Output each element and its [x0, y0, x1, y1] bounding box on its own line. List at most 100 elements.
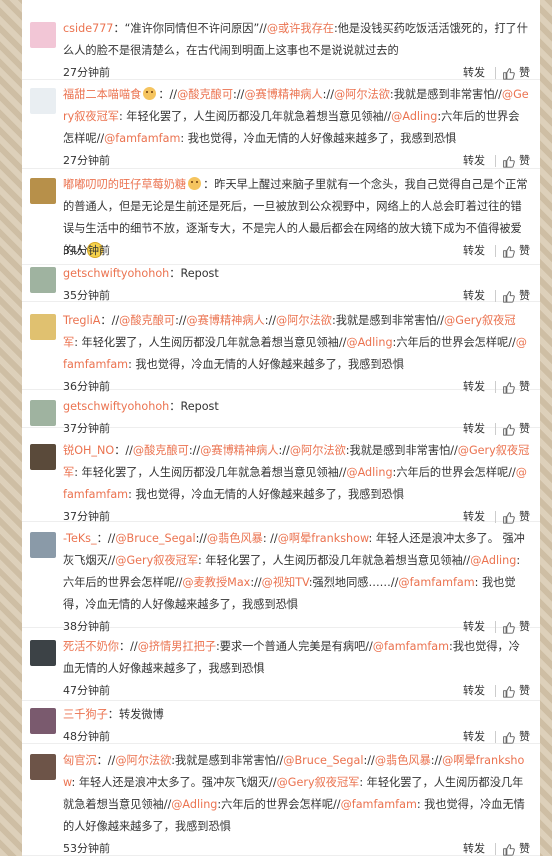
thumbs-up-icon: [503, 155, 515, 168]
avatar[interactable]: [30, 314, 56, 340]
comment-segment: :要求一个普通人完美是有病吧//: [216, 640, 373, 653]
commenter-name[interactable]: -TeKs_: [63, 532, 97, 545]
repost-button[interactable]: 转发: [463, 842, 485, 856]
comment-segment: :我就是感到非常害怕//: [332, 314, 444, 327]
comment-text: 嘟嘟叨叨的旺仔草莓奶糖 ：昨天早上醒过来脑子里就有一个念头，我自己觉得自己是个正常…: [63, 174, 530, 262]
mention-link[interactable]: @酸克酿可: [133, 444, 189, 457]
mention-link[interactable]: @famfamfam: [373, 640, 449, 653]
mention-link[interactable]: @Gery叙夜冠军: [115, 554, 198, 567]
like-label: 赞: [519, 154, 530, 167]
commenter-name[interactable]: 匈官沉: [63, 754, 97, 767]
mention-link[interactable]: @赛博精神病人: [200, 444, 278, 457]
comment-time: 27分钟前: [63, 66, 110, 79]
comment-segment: : 年轻化罢了，人生阅历都没几年就急着想当意见领袖//: [74, 466, 347, 479]
commenter-name[interactable]: getschwiftyohohoh: [63, 400, 169, 413]
like-button[interactable]: 赞: [502, 842, 530, 856]
mention-link[interactable]: @Adling: [346, 336, 392, 349]
comment-list: cside777：“准许你同情但不许问原因”//@或许我存在:他是没钱买药吃饭活…: [22, 0, 540, 856]
mention-link[interactable]: @翡色风暴: [207, 532, 263, 545]
commenter-name[interactable]: 嘟嘟叨叨的旺仔草莓奶糖: [63, 178, 186, 191]
comment-actions: 转发 赞: [463, 244, 530, 258]
mention-link[interactable]: @酸克酿可: [177, 88, 233, 101]
mention-link[interactable]: @Bruce_Segal: [115, 532, 195, 545]
comment-item: getschwiftyohohoh：Repost 37分钟前 转发赞: [22, 390, 540, 436]
mention-link[interactable]: @赛博精神病人: [244, 88, 322, 101]
comment-item: 三千狗子：转发微博 48分钟前 转发 赞: [22, 701, 540, 744]
comment-segment: ://: [250, 576, 262, 589]
comment-segment: ://: [233, 88, 245, 101]
mention-link[interactable]: @famfamfam: [398, 576, 474, 589]
comment-segment: : 年轻化罢了，人生阅历都没几年就急着想当意见领袖//: [74, 336, 347, 349]
mention-link[interactable]: @famfamfam: [341, 798, 417, 811]
repost-button[interactable]: 转发: [463, 154, 485, 168]
like-button[interactable]: 赞: [502, 289, 530, 303]
mention-link[interactable]: @Adling: [346, 466, 392, 479]
comment-actions: 转发 赞: [463, 154, 530, 168]
mention-link[interactable]: @赛博精神病人: [186, 314, 264, 327]
comment-segment: : 年轻化罢了，人生阅历都没几年就急着想当意见领袖//: [198, 554, 471, 567]
mention-link[interactable]: @阿尔法欲: [276, 314, 332, 327]
repost-button[interactable]: 转发: [463, 244, 485, 258]
comment-segment: ：//: [96, 532, 116, 545]
like-button[interactable]: 赞: [502, 66, 530, 80]
avatar[interactable]: [30, 444, 56, 470]
comment-text: 三千狗子：转发微博: [63, 704, 530, 726]
mention-link[interactable]: @Bruce_Segal: [283, 754, 363, 767]
avatar[interactable]: [30, 22, 56, 48]
comment-segment: ：//: [118, 640, 138, 653]
avatar[interactable]: [30, 640, 56, 666]
commenter-name[interactable]: cside777: [63, 22, 113, 35]
mention-link[interactable]: @Adling: [470, 554, 516, 567]
mention-link[interactable]: @挤情男扛把子: [138, 640, 216, 653]
repost-button[interactable]: 转发: [463, 66, 485, 80]
comment-segment: : 年轻人还是浪冲太多了。强冲灰飞烟灭//: [71, 776, 277, 789]
mention-link[interactable]: @阿尔法欲: [334, 88, 390, 101]
avatar[interactable]: [30, 178, 56, 204]
commenter-name[interactable]: 锐OH_NO: [63, 444, 114, 457]
emoji-icon: [188, 177, 202, 190]
like-button[interactable]: 赞: [502, 154, 530, 168]
thumbs-up-icon: [503, 67, 515, 80]
mention-link[interactable]: @阿尔法欲: [290, 444, 346, 457]
mention-link[interactable]: @啊晕frankshow: [278, 532, 369, 545]
like-button[interactable]: 赞: [502, 244, 530, 258]
mention-link[interactable]: @酸克酿可: [119, 314, 175, 327]
repost-button[interactable]: 转发: [463, 289, 485, 303]
mention-link[interactable]: @或许我存在: [267, 22, 334, 35]
avatar[interactable]: [30, 267, 56, 293]
comment-item: -TeKs_：//@Bruce_Segal :// @翡色风暴: //@啊晕fran…: [22, 522, 540, 634]
avatar[interactable]: [30, 754, 56, 780]
mention-link[interactable]: @Adling: [391, 110, 437, 123]
comment-item: 死活不奶你：//@挤情男扛把子:要求一个普通人完美是有病吧//@famfamfa…: [22, 628, 540, 701]
action-divider: [495, 245, 496, 257]
mention-link[interactable]: @视知TV: [262, 576, 309, 589]
commenter-name[interactable]: getschwiftyohohoh: [63, 267, 169, 280]
like-button[interactable]: 赞: [502, 730, 530, 744]
commenter-name[interactable]: TregliA: [63, 314, 100, 327]
avatar[interactable]: [30, 532, 56, 558]
mention-link[interactable]: @Gery叙夜冠军: [277, 776, 360, 789]
commenter-name[interactable]: 福甜二本喵喵食: [63, 88, 141, 101]
avatar[interactable]: [30, 708, 56, 734]
comment-segment: ：Repost: [169, 267, 219, 280]
like-button[interactable]: 赞: [502, 684, 530, 698]
action-divider: [495, 685, 496, 697]
avatar[interactable]: [30, 400, 56, 426]
comment-segment: : //: [262, 532, 278, 545]
comment-time: 47分钟前: [63, 684, 110, 697]
mention-link[interactable]: @famfamfam: [104, 132, 180, 145]
mention-link[interactable]: @翡色风暴: [375, 754, 431, 767]
comment-segment: : 年轻化罢了，人生阅历都没几年就急着想当意见领袖//: [118, 110, 392, 123]
repost-button[interactable]: 转发: [463, 730, 485, 744]
commenter-name[interactable]: 死活不奶你: [63, 640, 119, 653]
comment-segment: : 我也觉得，冷血无情的人好像越来越多了，我感到恐惧: [180, 132, 457, 145]
avatar[interactable]: [30, 88, 56, 114]
mention-link[interactable]: @阿尔法欲: [115, 754, 171, 767]
commenter-name[interactable]: 三千狗子: [63, 708, 108, 721]
comment-text: getschwiftyohohoh：Repost: [63, 263, 530, 285]
repost-button[interactable]: 转发: [463, 684, 485, 698]
comment-time: 48分钟前: [63, 730, 110, 743]
mention-link[interactable]: @麦教授Max: [182, 576, 250, 589]
mention-link[interactable]: @Adling: [171, 798, 217, 811]
action-divider: [495, 731, 496, 743]
